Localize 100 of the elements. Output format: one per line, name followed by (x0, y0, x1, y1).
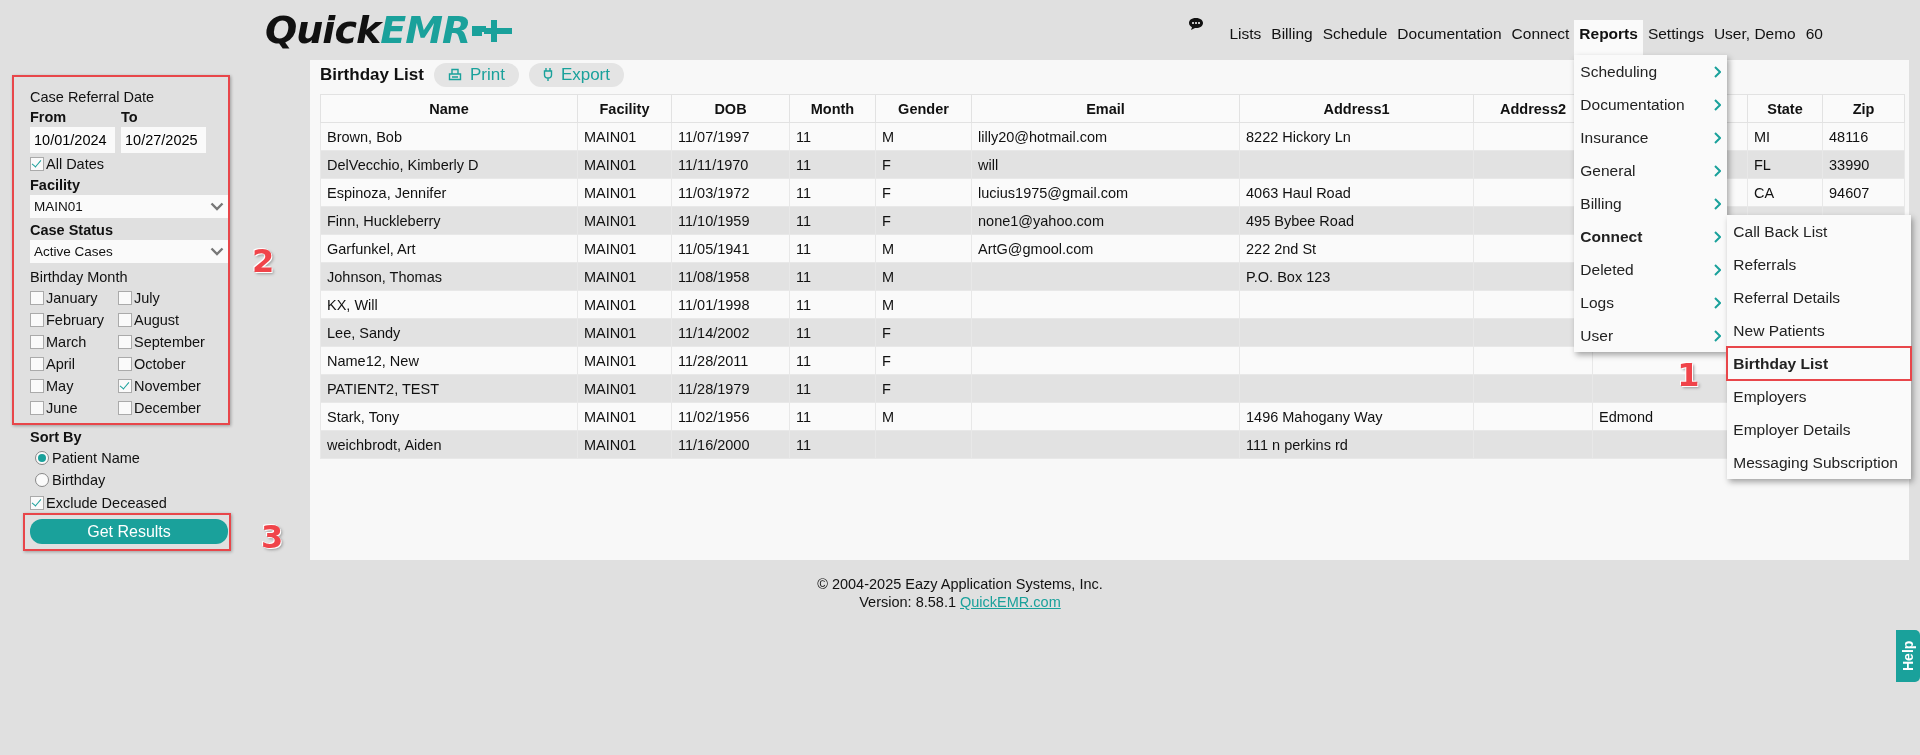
menu-item[interactable]: General (1574, 154, 1728, 187)
table-cell: 48116 (1822, 122, 1905, 151)
table-cell: 11/28/1979 (671, 374, 790, 403)
nav-link[interactable]: Documentation (1392, 20, 1507, 50)
radio-button[interactable] (35, 451, 49, 465)
menu-item[interactable]: User (1574, 319, 1728, 352)
menu-item[interactable]: Referrals (1727, 248, 1912, 281)
chevron-right-icon (1713, 329, 1722, 342)
checkbox-label: October (134, 356, 186, 372)
table-cell: F (875, 346, 972, 375)
menu-item[interactable]: New Patients (1727, 314, 1912, 347)
chevron-right-icon (1713, 197, 1722, 210)
table-cell: Finn, Huckleberry (320, 206, 578, 235)
nav-link[interactable]: User, Demo (1708, 20, 1801, 50)
checkbox[interactable] (30, 291, 44, 305)
menu-item[interactable]: Deleted (1574, 253, 1728, 286)
checkbox[interactable] (30, 313, 44, 327)
checkbox[interactable] (118, 357, 132, 371)
chevron-right-icon (1713, 131, 1722, 144)
checkbox-label: November (134, 378, 201, 394)
table-cell: Johnson, Thomas (320, 262, 578, 291)
menu-item[interactable]: Insurance (1574, 121, 1728, 154)
table-cell: 11 (789, 402, 876, 431)
table-cell: MAIN01 (577, 318, 672, 347)
table-cell: MAIN01 (577, 178, 672, 207)
checkbox-label: August (134, 312, 180, 328)
table-cell: F (875, 374, 972, 403)
table-cell: 4063 Haul Road (1239, 178, 1474, 207)
menu-item[interactable]: Messaging Subscription (1727, 446, 1912, 479)
table-cell: 11 (789, 262, 876, 291)
checkbox-label: April (46, 356, 75, 372)
table-cell: 11 (789, 374, 876, 403)
table-cell: 11 (789, 150, 876, 179)
nav-link[interactable]: 60 (1800, 20, 1828, 50)
menu-item[interactable]: Referral Details (1727, 281, 1912, 314)
nav-link[interactable]: Schedule (1317, 20, 1393, 50)
table-cell: 111 n perkins rd (1239, 430, 1474, 459)
checkbox[interactable] (30, 401, 44, 415)
callout-number: 2 (252, 245, 275, 277)
table-cell: M (875, 290, 972, 319)
table-cell: Name12, New (320, 346, 578, 375)
checkbox[interactable] (30, 157, 44, 171)
checkbox-label: February (46, 312, 105, 328)
checkbox[interactable] (118, 313, 132, 327)
chevron-right-icon (1713, 65, 1722, 78)
table-cell: MAIN01 (577, 234, 672, 263)
checkbox[interactable] (30, 357, 44, 371)
field-label: Sort By (30, 428, 83, 447)
checkbox[interactable] (118, 401, 132, 415)
select-field[interactable]: MAIN01 (30, 195, 228, 218)
table-cell: 495 Bybee Road (1239, 206, 1474, 235)
menu-item[interactable]: Birthday List (1727, 347, 1912, 380)
checkbox[interactable] (30, 496, 44, 510)
checkbox[interactable] (118, 335, 132, 349)
checkbox-label: May (46, 378, 74, 394)
table-cell: ArtG@gmool.com (971, 234, 1240, 263)
plug-icon (542, 67, 553, 82)
checkbox[interactable] (30, 335, 44, 349)
checkbox[interactable] (118, 291, 132, 305)
date-field[interactable]: 10/01/2024 (30, 127, 115, 153)
checkbox[interactable] (118, 379, 132, 393)
field-label: Case Status (30, 221, 114, 240)
menu-item[interactable]: Connect (1574, 220, 1728, 253)
table-cell: 11/11/1970 (671, 150, 790, 179)
menu-item[interactable]: Logs (1574, 286, 1728, 319)
checkbox-label: December (134, 400, 201, 416)
table-cell: 11/05/1941 (671, 234, 790, 263)
printer-icon (447, 67, 462, 82)
table-cell: 11/10/1959 (671, 206, 790, 235)
table-cell: 11/14/2002 (671, 318, 790, 347)
checkbox[interactable] (30, 379, 44, 393)
table-cell: weichbrodt, Aiden (320, 430, 578, 459)
table-cell: MAIN01 (577, 374, 672, 403)
field-label: To (121, 108, 139, 127)
menu-item[interactable]: Billing (1574, 187, 1728, 220)
select-field[interactable]: Active Cases (30, 240, 228, 263)
nav-link[interactable]: Connect (1506, 20, 1575, 50)
table-cell: 11 (789, 430, 876, 459)
table-cell: F (875, 178, 972, 207)
field-label: Facility (30, 176, 81, 195)
date-field[interactable]: 10/27/2025 (121, 127, 206, 153)
table-cell: MAIN01 (577, 402, 672, 431)
table-cell: F (875, 150, 972, 179)
radio-button[interactable] (35, 473, 49, 487)
menu-item[interactable]: Call Back List (1727, 215, 1912, 248)
nav-link[interactable]: Lists (1224, 20, 1267, 50)
table-cell: CA (1747, 178, 1823, 207)
nav-link[interactable]: Settings (1642, 20, 1709, 50)
report-title: Birthday List (320, 64, 424, 85)
table-cell: Stark, Tony (320, 402, 578, 431)
table-cell: M (875, 262, 972, 291)
nav-link[interactable]: Billing (1266, 20, 1318, 50)
chevron-right-icon (1713, 164, 1722, 177)
table-cell: MAIN01 (577, 150, 672, 179)
chevron-right-icon (1713, 98, 1722, 111)
table-cell: 1496 Mahogany Way (1239, 402, 1474, 431)
field-label: Case Referral Date (30, 88, 156, 107)
callout-number: 1 (1677, 359, 1700, 391)
column-header: Month (789, 94, 876, 123)
table-cell: 222 2nd St (1239, 234, 1474, 263)
